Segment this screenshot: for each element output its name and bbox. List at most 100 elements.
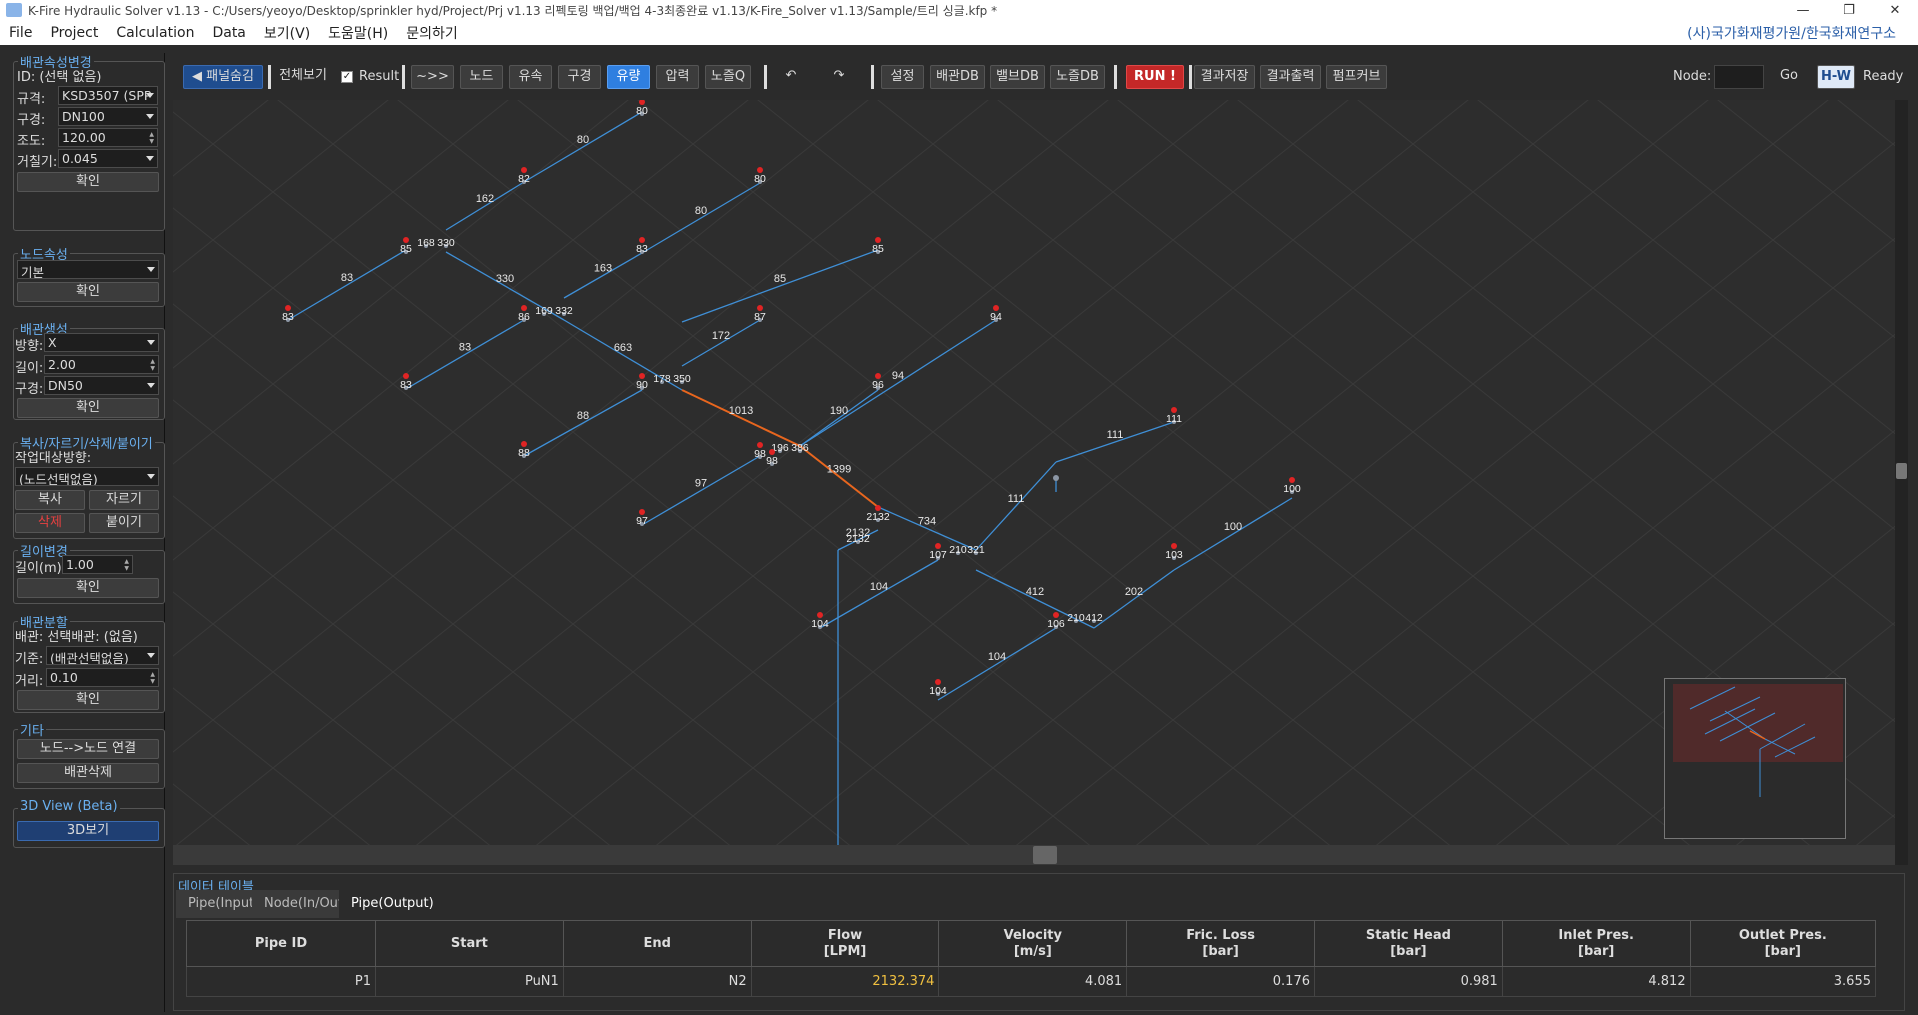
- run-button[interactable]: RUN !: [1126, 65, 1184, 89]
- node-label[interactable]: 94: [990, 311, 1002, 323]
- direction-combo[interactable]: X: [44, 333, 159, 352]
- paste-button[interactable]: 붙이기: [89, 513, 159, 533]
- node-label[interactable]: 103: [1165, 549, 1183, 561]
- node-label[interactable]: 80: [636, 105, 648, 117]
- nozzle-q-button[interactable]: 노즐Q: [705, 65, 751, 89]
- menu-contact[interactable]: 문의하기: [397, 23, 467, 43]
- scroll-thumb[interactable]: [1033, 846, 1057, 864]
- pipe-segment[interactable]: [287, 249, 407, 321]
- copy-button[interactable]: 복사: [15, 490, 85, 510]
- pipe-segment[interactable]: [975, 461, 1057, 551]
- pipe-segment[interactable]: [563, 252, 643, 299]
- create-size-combo[interactable]: DN50: [44, 376, 159, 395]
- menu-project[interactable]: Project: [41, 25, 107, 41]
- new-length-spinbox[interactable]: 1.00 ▲ ▼: [62, 555, 133, 574]
- node-label[interactable]: 2132: [866, 511, 890, 523]
- go-button[interactable]: Go: [1773, 65, 1805, 89]
- node-label[interactable]: 107: [929, 549, 947, 561]
- table-cell[interactable]: N2: [562, 966, 752, 997]
- horizontal-scrollbar[interactable]: [173, 845, 1895, 865]
- node-label[interactable]: 88: [518, 447, 530, 459]
- column-header[interactable]: Inlet Pres. [bar]: [1501, 920, 1691, 967]
- node-label[interactable]: 168: [417, 237, 435, 249]
- table-cell[interactable]: 2132.374: [750, 966, 940, 997]
- column-header[interactable]: Pipe ID: [185, 920, 377, 967]
- node-label[interactable]: 332: [555, 305, 573, 317]
- pipe-flow-label[interactable]: 100: [1224, 521, 1242, 533]
- node-label[interactable]: 85: [400, 243, 412, 255]
- pipe-flow-label[interactable]: 83: [459, 342, 471, 354]
- menu-view[interactable]: 보기(V): [255, 23, 319, 43]
- pipe-flow-label[interactable]: 88: [577, 410, 589, 422]
- node-label[interactable]: 83: [636, 243, 648, 255]
- node-label[interactable]: 83: [400, 379, 412, 391]
- node-label[interactable]: 210: [1067, 612, 1085, 624]
- cut-button[interactable]: 자르기: [89, 490, 159, 510]
- node-label[interactable]: 100: [1283, 483, 1301, 495]
- pipe-segment[interactable]: [1173, 497, 1293, 571]
- pump-curve-button[interactable]: 펌프커브: [1326, 65, 1387, 89]
- flow-arrow-button[interactable]: ~>>: [411, 65, 454, 89]
- node-label[interactable]: 104: [929, 685, 947, 697]
- split-confirm-button[interactable]: 확인: [17, 690, 159, 710]
- network-canvas[interactable]: 80 162 80 83 330 163 85 663 172 83 94 1013 190 88 1399…: [173, 100, 1895, 845]
- node-label[interactable]: 98: [766, 455, 778, 467]
- close-icon[interactable]: ✕: [1872, 3, 1918, 18]
- node-type-combo[interactable]: 기본: [17, 260, 159, 279]
- menu-data[interactable]: Data: [203, 25, 254, 41]
- node-label[interactable]: 96: [872, 379, 884, 391]
- pipe-segment[interactable]: [937, 627, 1057, 701]
- node-label[interactable]: 111: [1166, 413, 1182, 425]
- settings-button[interactable]: 설정: [881, 65, 924, 89]
- column-header[interactable]: Flow [LPM]: [750, 920, 940, 967]
- pipe-flow-label[interactable]: 104: [988, 651, 1006, 663]
- pipe-flow-label[interactable]: 80: [577, 134, 589, 146]
- table-cell[interactable]: PuN1: [375, 966, 564, 997]
- node-label[interactable]: 90: [636, 379, 648, 391]
- c-factor-spinbox[interactable]: 120.00 ▲ ▼: [58, 128, 158, 147]
- pipe-flow-label[interactable]: 97: [695, 478, 707, 490]
- node-confirm-button[interactable]: 확인: [17, 282, 159, 302]
- table-cell[interactable]: P1: [185, 966, 377, 997]
- pipe-flow-label[interactable]: 83: [341, 272, 353, 284]
- minimize-icon[interactable]: —: [1780, 3, 1826, 18]
- menu-calculation[interactable]: Calculation: [107, 25, 203, 41]
- table-cell[interactable]: 3.655: [1689, 966, 1877, 997]
- print-result-button[interactable]: 결과출력: [1260, 65, 1321, 89]
- node-label[interactable]: 86: [518, 311, 530, 323]
- pipe-flow-label[interactable]: 734: [918, 516, 936, 528]
- minimap[interactable]: [1664, 678, 1846, 839]
- view3d-button[interactable]: 3D보기: [17, 821, 159, 841]
- result-checkbox[interactable]: ✓: [341, 71, 353, 83]
- column-header[interactable]: Static Head [bar]: [1314, 920, 1503, 967]
- hide-panel-button[interactable]: ◀ 패널숨김: [183, 65, 263, 89]
- table-row[interactable]: P1 PuN1 N2 2132.374 4.081 0.176 0.981 4.812 3.65…: [185, 966, 1877, 997]
- pipe-flow-label[interactable]: 202: [1125, 586, 1143, 598]
- table-cell[interactable]: 0.176: [1126, 966, 1315, 997]
- pipe-segment[interactable]: [799, 319, 997, 447]
- create-confirm-button[interactable]: 확인: [17, 398, 159, 418]
- pipe-flow-label[interactable]: 111: [1107, 429, 1124, 441]
- node-label[interactable]: 106: [1047, 618, 1065, 630]
- nozzle-db-button[interactable]: 노즐DB: [1050, 65, 1105, 89]
- node-label[interactable]: 82: [518, 173, 530, 185]
- node-label[interactable]: 97: [636, 515, 648, 527]
- velocity-button[interactable]: 유속: [509, 65, 552, 89]
- connect-nodes-button[interactable]: 노드-->노드 연결: [17, 739, 159, 759]
- node-label[interactable]: 83: [282, 311, 294, 323]
- pipe-segment[interactable]: [641, 455, 761, 526]
- column-header[interactable]: Outlet Pres. [bar]: [1689, 920, 1877, 967]
- pipe-confirm-button[interactable]: 확인: [17, 172, 159, 192]
- pipe-size-button[interactable]: 구경: [558, 65, 601, 89]
- column-header[interactable]: Fric. Loss [bar]: [1126, 920, 1315, 967]
- node-search-input[interactable]: [1714, 65, 1764, 89]
- node-label[interactable]: 2132: [846, 533, 870, 545]
- split-distance-spinbox[interactable]: 0.10 ▲ ▼: [46, 668, 159, 687]
- size-combo[interactable]: DN100: [58, 107, 158, 126]
- maximize-icon[interactable]: ❐: [1826, 3, 1872, 18]
- fit-view-button[interactable]: 전체보기: [277, 65, 329, 89]
- node-label[interactable]: 80: [754, 173, 766, 185]
- pipe-segment[interactable]: [445, 181, 525, 231]
- network-svg[interactable]: 80 162 80 83 330 163 85 663 172 83 94 1013 190 88 1399…: [173, 100, 1895, 845]
- delete-pipe-button[interactable]: 배관삭제: [17, 763, 159, 783]
